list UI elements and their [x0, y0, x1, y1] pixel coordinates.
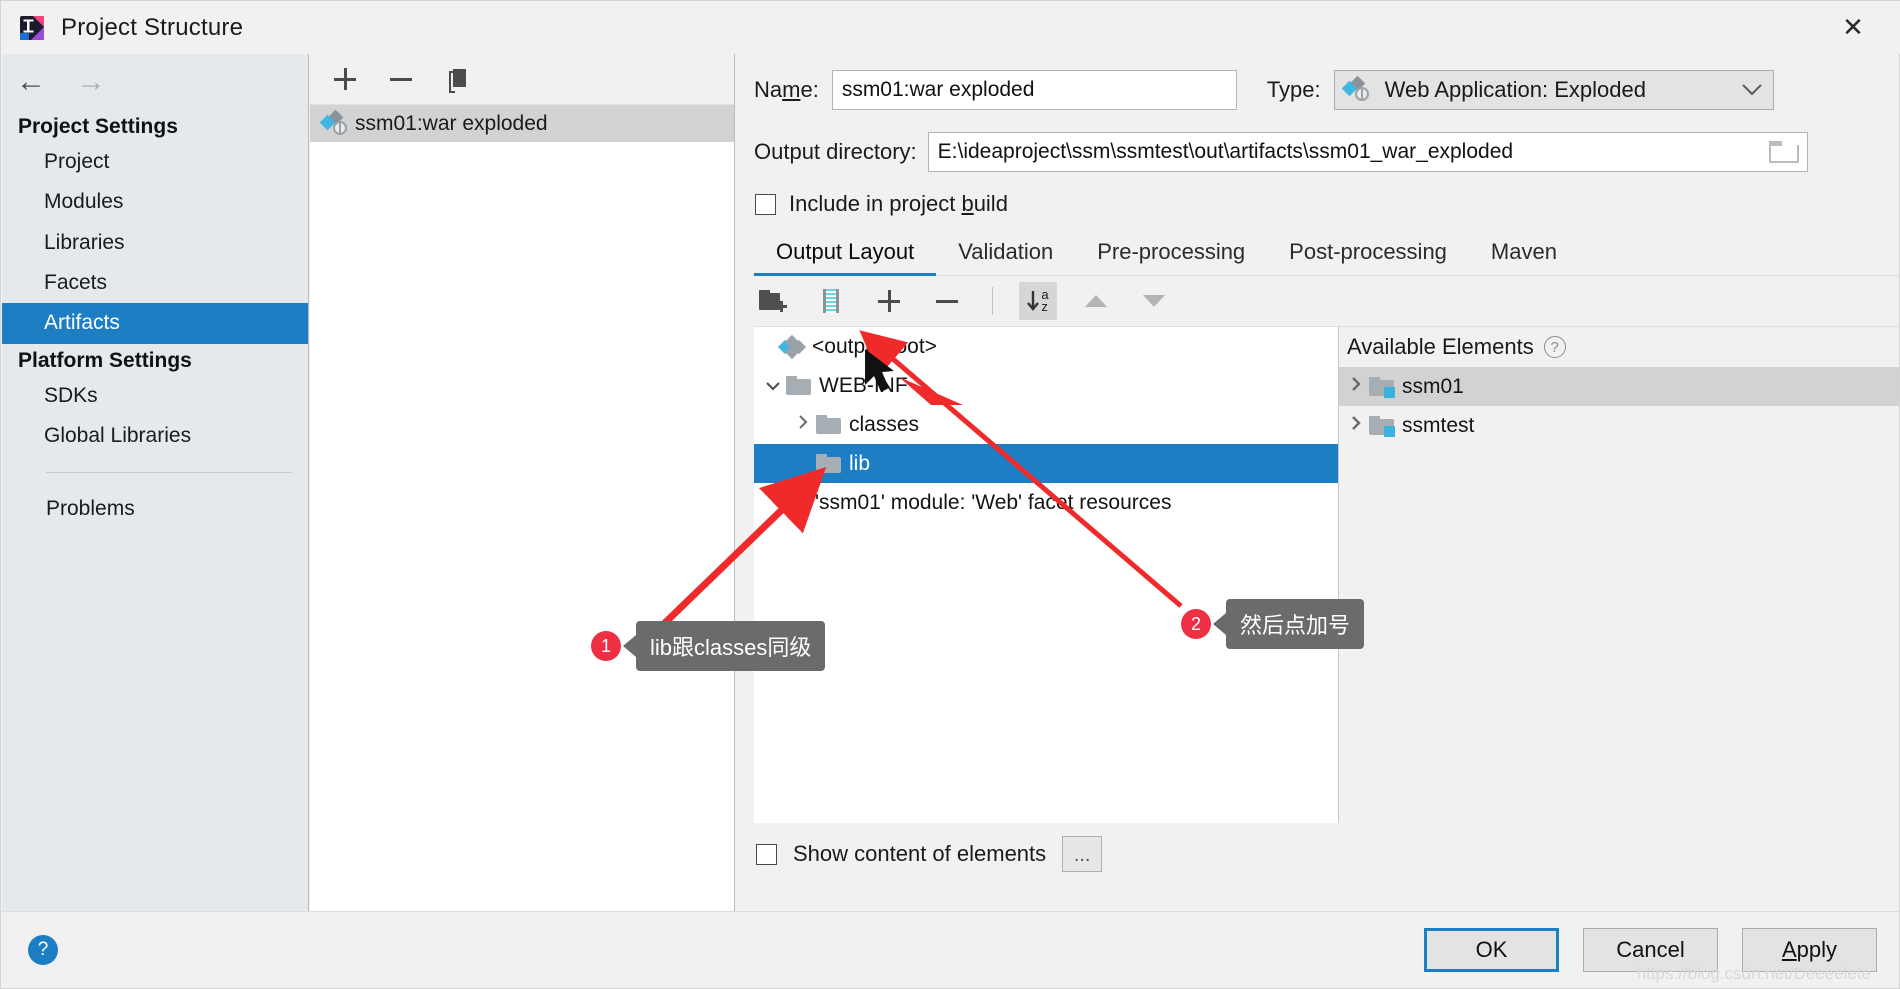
sidebar-item-modules[interactable]: Modules	[2, 182, 308, 222]
intellij-idea-icon	[19, 15, 45, 41]
browse-folder-icon[interactable]	[1768, 141, 1799, 163]
sidebar-item-problems[interactable]: Problems	[2, 489, 308, 529]
war-exploded-icon	[319, 109, 348, 136]
tree-row[interactable]: <output root>	[754, 327, 1338, 366]
list-item-label: ssm01	[1402, 374, 1464, 398]
sidebar-item-global-libraries[interactable]: Global Libraries	[2, 416, 308, 456]
create-directory-icon[interactable]	[754, 282, 792, 320]
include-in-project-build-checkbox[interactable]	[755, 193, 776, 215]
question-mark-icon[interactable]: ?	[1543, 336, 1566, 358]
folder-icon	[786, 376, 811, 395]
sidebar-divider	[46, 472, 292, 474]
title-bar: Project Structure ✕	[1, 1, 1900, 54]
detail-tabs: Output Layout Validation Pre-processing …	[754, 230, 1899, 276]
artifact-type-select[interactable]: Web Application: Exploded	[1333, 70, 1774, 110]
tree-twisty-collapsed[interactable]	[1343, 376, 1369, 397]
show-content-checkbox[interactable]	[756, 843, 777, 865]
name-type-row: Name: ssm01:war exploded Type: Web Appli…	[736, 54, 1899, 126]
output-layout-tree: <output root> WEB-INF classes lib 'ssm01…	[754, 327, 1339, 823]
settings-sidebar: ← → Project Settings Project Modules Lib…	[2, 54, 309, 911]
artifact-list-item[interactable]: ssm01:war exploded	[310, 105, 734, 142]
chevron-down-icon	[1741, 79, 1763, 102]
sidebar-item-artifacts[interactable]: Artifacts	[2, 303, 308, 344]
output-directory-row: Output directory: E:\ideaproject\ssm\ssm…	[736, 126, 1899, 178]
tree-row[interactable]: classes	[754, 405, 1338, 444]
sidebar-group-platform-settings: Platform Settings	[18, 348, 192, 372]
tree-twisty-collapsed[interactable]	[790, 414, 816, 435]
list-item[interactable]: ssm01	[1339, 367, 1899, 406]
output-directory-value: E:\ideaproject\ssm\ssmtest\out\artifacts…	[937, 140, 1514, 163]
folder-icon	[816, 415, 841, 434]
tree-twisty-collapsed[interactable]	[1343, 415, 1369, 436]
forward-icon[interactable]: →	[76, 67, 106, 97]
add-icon[interactable]	[328, 62, 362, 96]
tree-row[interactable]: WEB-INF	[754, 366, 1338, 405]
tree-row-label: <output root>	[812, 334, 937, 358]
list-item-label: ssmtest	[1402, 413, 1475, 437]
artifact-detail-panel: Name: ssm01:war exploded Type: Web Appli…	[736, 54, 1899, 911]
artifacts-list-panel: ssm01:war exploded	[310, 54, 735, 911]
help-icon[interactable]: ?	[28, 935, 58, 965]
name-label: Name:	[754, 77, 819, 102]
facet-resources-icon	[784, 491, 808, 514]
list-item[interactable]: ssmtest	[1339, 406, 1899, 445]
dialog-footer: ? OK Cancel Apply https://blog.csdn.net/…	[2, 911, 1899, 988]
ok-button[interactable]: OK	[1424, 928, 1559, 972]
page-title: Project Structure	[61, 13, 244, 41]
module-folder-icon	[1369, 377, 1395, 398]
copy-icon[interactable]	[440, 62, 474, 96]
tree-row[interactable]: lib	[754, 444, 1338, 483]
create-archive-icon[interactable]	[812, 282, 850, 320]
show-content-row: Show content of elements ...	[754, 823, 1899, 885]
artifacts-toolbar	[310, 54, 734, 105]
sort-alphabetically-icon[interactable]: az	[1019, 282, 1057, 320]
sidebar-nav-arrows: ← →	[2, 54, 308, 110]
move-down-icon[interactable]	[1135, 282, 1173, 320]
sidebar-item-libraries[interactable]: Libraries	[2, 223, 308, 263]
back-icon[interactable]: ←	[16, 67, 46, 97]
tab-post-processing[interactable]: Post-processing	[1267, 233, 1469, 275]
remove-icon[interactable]	[384, 62, 418, 96]
artifact-type-value: Web Application: Exploded	[1384, 77, 1646, 102]
artifact-list-item-label: ssm01:war exploded	[355, 111, 548, 135]
output-layout-toolbar: az	[736, 276, 1899, 326]
sidebar-item-sdks[interactable]: SDKs	[2, 376, 308, 416]
web-application-exploded-icon	[1341, 75, 1370, 102]
tree-row-label: lib	[849, 451, 871, 475]
module-folder-icon	[1369, 416, 1395, 437]
tree-row-label: 'ssm01' module: 'Web' facet resources	[815, 490, 1172, 514]
tree-row-label: classes	[849, 412, 920, 436]
close-icon[interactable]: ✕	[1831, 7, 1875, 47]
layout-trees: <output root> WEB-INF classes lib 'ssm01…	[754, 326, 1899, 823]
sidebar-item-project[interactable]: Project	[2, 142, 308, 182]
tab-maven[interactable]: Maven	[1469, 233, 1579, 275]
remove-icon[interactable]	[928, 282, 966, 320]
sidebar-group-project-settings: Project Settings	[18, 115, 178, 138]
tab-pre-processing[interactable]: Pre-processing	[1075, 233, 1267, 275]
toolbar-divider	[992, 287, 993, 315]
sidebar-item-facets[interactable]: Facets	[2, 263, 308, 303]
artifact-name-input[interactable]: ssm01:war exploded	[831, 70, 1237, 110]
tree-row[interactable]: 'ssm01' module: 'Web' facet resources	[754, 483, 1338, 522]
watermark: https://blog.csdn.net/Deeeelete	[1636, 964, 1871, 983]
include-in-project-build-row[interactable]: Include in project build	[736, 178, 1899, 230]
move-up-icon[interactable]	[1077, 282, 1115, 320]
type-label: Type:	[1266, 77, 1321, 102]
output-directory-label: Output directory:	[754, 139, 917, 164]
output-directory-input[interactable]: E:\ideaproject\ssm\ssmtest\out\artifacts…	[927, 132, 1808, 172]
add-icon[interactable]	[870, 282, 908, 320]
tree-twisty-expanded[interactable]	[760, 376, 786, 396]
output-root-icon	[777, 334, 807, 359]
available-elements-title: Available Elements	[1347, 334, 1534, 359]
tab-validation[interactable]: Validation	[936, 233, 1075, 275]
folder-icon	[816, 454, 841, 473]
include-in-project-build-label: Include in project build	[789, 191, 1008, 216]
tree-row-label: WEB-INF	[819, 373, 908, 397]
show-content-more-button[interactable]: ...	[1062, 836, 1103, 872]
available-elements-panel: Available Elements ? ssm01 ssmtest	[1339, 327, 1899, 823]
show-content-label: Show content of elements	[793, 841, 1047, 866]
project-structure-dialog: Project Structure ✕ ← → Project Settings…	[0, 0, 1900, 989]
tab-output-layout[interactable]: Output Layout	[754, 233, 937, 276]
available-elements-header: Available Elements ?	[1339, 327, 1899, 367]
